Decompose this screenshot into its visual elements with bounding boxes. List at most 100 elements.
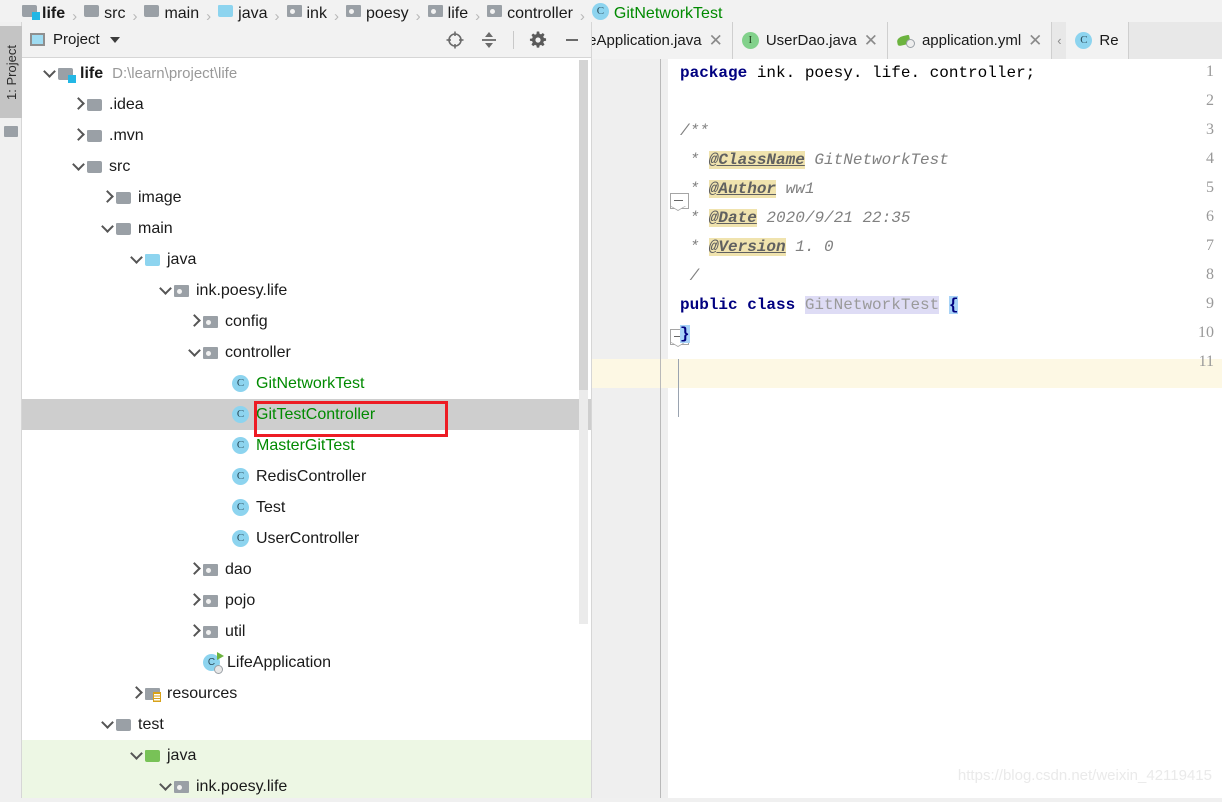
project-scrollbar-thumb[interactable] (579, 60, 588, 390)
settings-gear-icon[interactable] (528, 30, 548, 50)
tree-expand-arrow-icon[interactable] (69, 89, 87, 120)
editor-tab-label: feApplication.java (592, 32, 702, 49)
tree-item[interactable]: resources (22, 678, 592, 709)
tree-item[interactable]: config (22, 306, 592, 337)
tree-item[interactable]: C GitNetworkTest (22, 368, 592, 399)
tree-item[interactable]: util (22, 616, 592, 647)
tree-item[interactable]: .mvn (22, 120, 592, 151)
line-number-gutter[interactable] (592, 59, 668, 802)
tree-item[interactable]: main (22, 213, 592, 244)
hide-minimize-icon[interactable] (562, 30, 582, 50)
folder-icon[interactable] (4, 126, 18, 137)
editor-tab-label: application.yml (921, 32, 1022, 49)
tree-item[interactable]: java (22, 740, 592, 771)
package-icon (487, 5, 503, 17)
resources-folder-icon (145, 687, 161, 702)
line-number: 1 (1206, 63, 1214, 80)
tree-expand-arrow-icon[interactable] (185, 337, 203, 368)
close-icon[interactable]: ✕ (709, 32, 723, 49)
package-icon (345, 5, 361, 17)
package-icon (286, 5, 302, 17)
sidebar-item-project-label: 1: Project (3, 44, 19, 100)
class-icon: C (232, 437, 249, 454)
locate-icon[interactable] (445, 30, 465, 50)
editor-tab-label: UserDao.java (765, 32, 857, 49)
tree-expand-arrow-icon[interactable] (127, 740, 145, 771)
breadcrumb-item[interactable]: controller (487, 0, 573, 22)
breadcrumb-separator: › (579, 8, 585, 22)
folder-icon (144, 5, 160, 17)
editor-tab[interactable]: I UserDao.java ✕ (732, 22, 888, 59)
code-token: * (680, 238, 709, 256)
tree-item-label: resources (167, 684, 238, 702)
sidebar-item-project[interactable]: 1: Project (0, 26, 22, 118)
breadcrumb-item[interactable]: life (427, 0, 468, 22)
breadcrumb-item[interactable]: src (84, 0, 125, 22)
code-token: * (680, 180, 709, 198)
tree-expand-arrow-icon[interactable] (69, 151, 87, 182)
tree-item[interactable]: java (22, 244, 592, 275)
chevron-left-icon[interactable]: ‹ (1052, 22, 1067, 59)
close-icon[interactable]: ✕ (864, 32, 878, 49)
tree-item[interactable]: test (22, 709, 592, 740)
code-line: / (680, 262, 700, 291)
tree-item[interactable]: ink.poesy.life (22, 275, 592, 306)
tree-expand-arrow-icon[interactable] (98, 709, 116, 740)
tree-expand-arrow-icon[interactable] (185, 554, 203, 585)
close-icon[interactable]: ✕ (1028, 32, 1042, 49)
tree-expand-arrow-icon[interactable] (185, 306, 203, 337)
class-icon: C (232, 375, 249, 392)
line-number: 11 (1198, 353, 1214, 370)
editor-tab[interactable]: application.yml ✕ (887, 22, 1053, 59)
breadcrumb-item[interactable]: C GitNetworkTest (591, 0, 722, 22)
breadcrumb-item[interactable]: life (22, 0, 65, 22)
breadcrumb-item[interactable]: poesy (345, 0, 409, 22)
editor-tab[interactable]: C Re (1066, 22, 1129, 59)
tree-expand-arrow-icon[interactable] (127, 244, 145, 275)
class-icon: C (232, 499, 249, 516)
code-line: * @Version 1. 0 (680, 233, 834, 262)
tree-item[interactable]: life D:\learn\project\life (22, 58, 592, 89)
breadcrumb-item-label: poesy (365, 5, 409, 22)
tree-item[interactable]: controller (22, 337, 592, 368)
tree-expand-arrow-icon[interactable] (69, 120, 87, 151)
code-editor[interactable]: 1 2 3 4 5 6 7 8 9 10 11 package ink. poesy. life. … (592, 59, 1222, 802)
tree-expand-arrow-icon[interactable] (98, 213, 116, 244)
tree-expand-arrow-icon[interactable] (98, 182, 116, 213)
tree-item[interactable]: C RedisController (22, 461, 592, 492)
collapse-all-icon[interactable] (479, 30, 499, 50)
project-tree[interactable]: life D:\learn\project\life .idea .mvn src ima… (22, 58, 592, 802)
editor-area: feApplication.java ✕ I UserDao.java ✕ applica… (592, 22, 1222, 802)
folder-icon (84, 5, 100, 17)
code-token: @Date (708, 209, 757, 227)
package-icon (174, 284, 189, 297)
editor-tab[interactable]: feApplication.java ✕ (592, 22, 733, 59)
package-icon (427, 5, 443, 17)
breadcrumb-separator: › (274, 8, 280, 22)
project-panel-header: Project (22, 22, 592, 58)
tree-expand-arrow-icon[interactable] (185, 616, 203, 647)
tree-item[interactable]: image (22, 182, 592, 213)
breadcrumb-item[interactable]: ink (286, 0, 327, 22)
tree-item[interactable]: C Test (22, 492, 592, 523)
tree-expand-arrow-icon[interactable] (40, 58, 58, 89)
tree-item[interactable]: C MasterGitTest (22, 430, 592, 461)
breadcrumb-item[interactable]: main (144, 0, 199, 22)
chevron-down-icon[interactable] (109, 36, 120, 43)
tree-item-selected[interactable]: C GitTestController (22, 399, 592, 430)
breadcrumb-item-label: controller (507, 5, 573, 22)
tree-item[interactable]: pojo (22, 585, 592, 616)
tree-item[interactable]: src (22, 151, 592, 182)
tree-expand-arrow-icon[interactable] (185, 585, 203, 616)
tree-item[interactable]: C LifeApplication (22, 647, 592, 678)
tree-item[interactable]: .idea (22, 89, 592, 120)
tree-expand-arrow-icon[interactable] (156, 275, 174, 306)
tree-item[interactable]: dao (22, 554, 592, 585)
breadcrumb-item[interactable]: java (218, 0, 268, 22)
tree-item-label: java (167, 746, 197, 764)
tree-item[interactable]: C UserController (22, 523, 592, 554)
tree-expand-arrow-icon[interactable] (127, 678, 145, 709)
